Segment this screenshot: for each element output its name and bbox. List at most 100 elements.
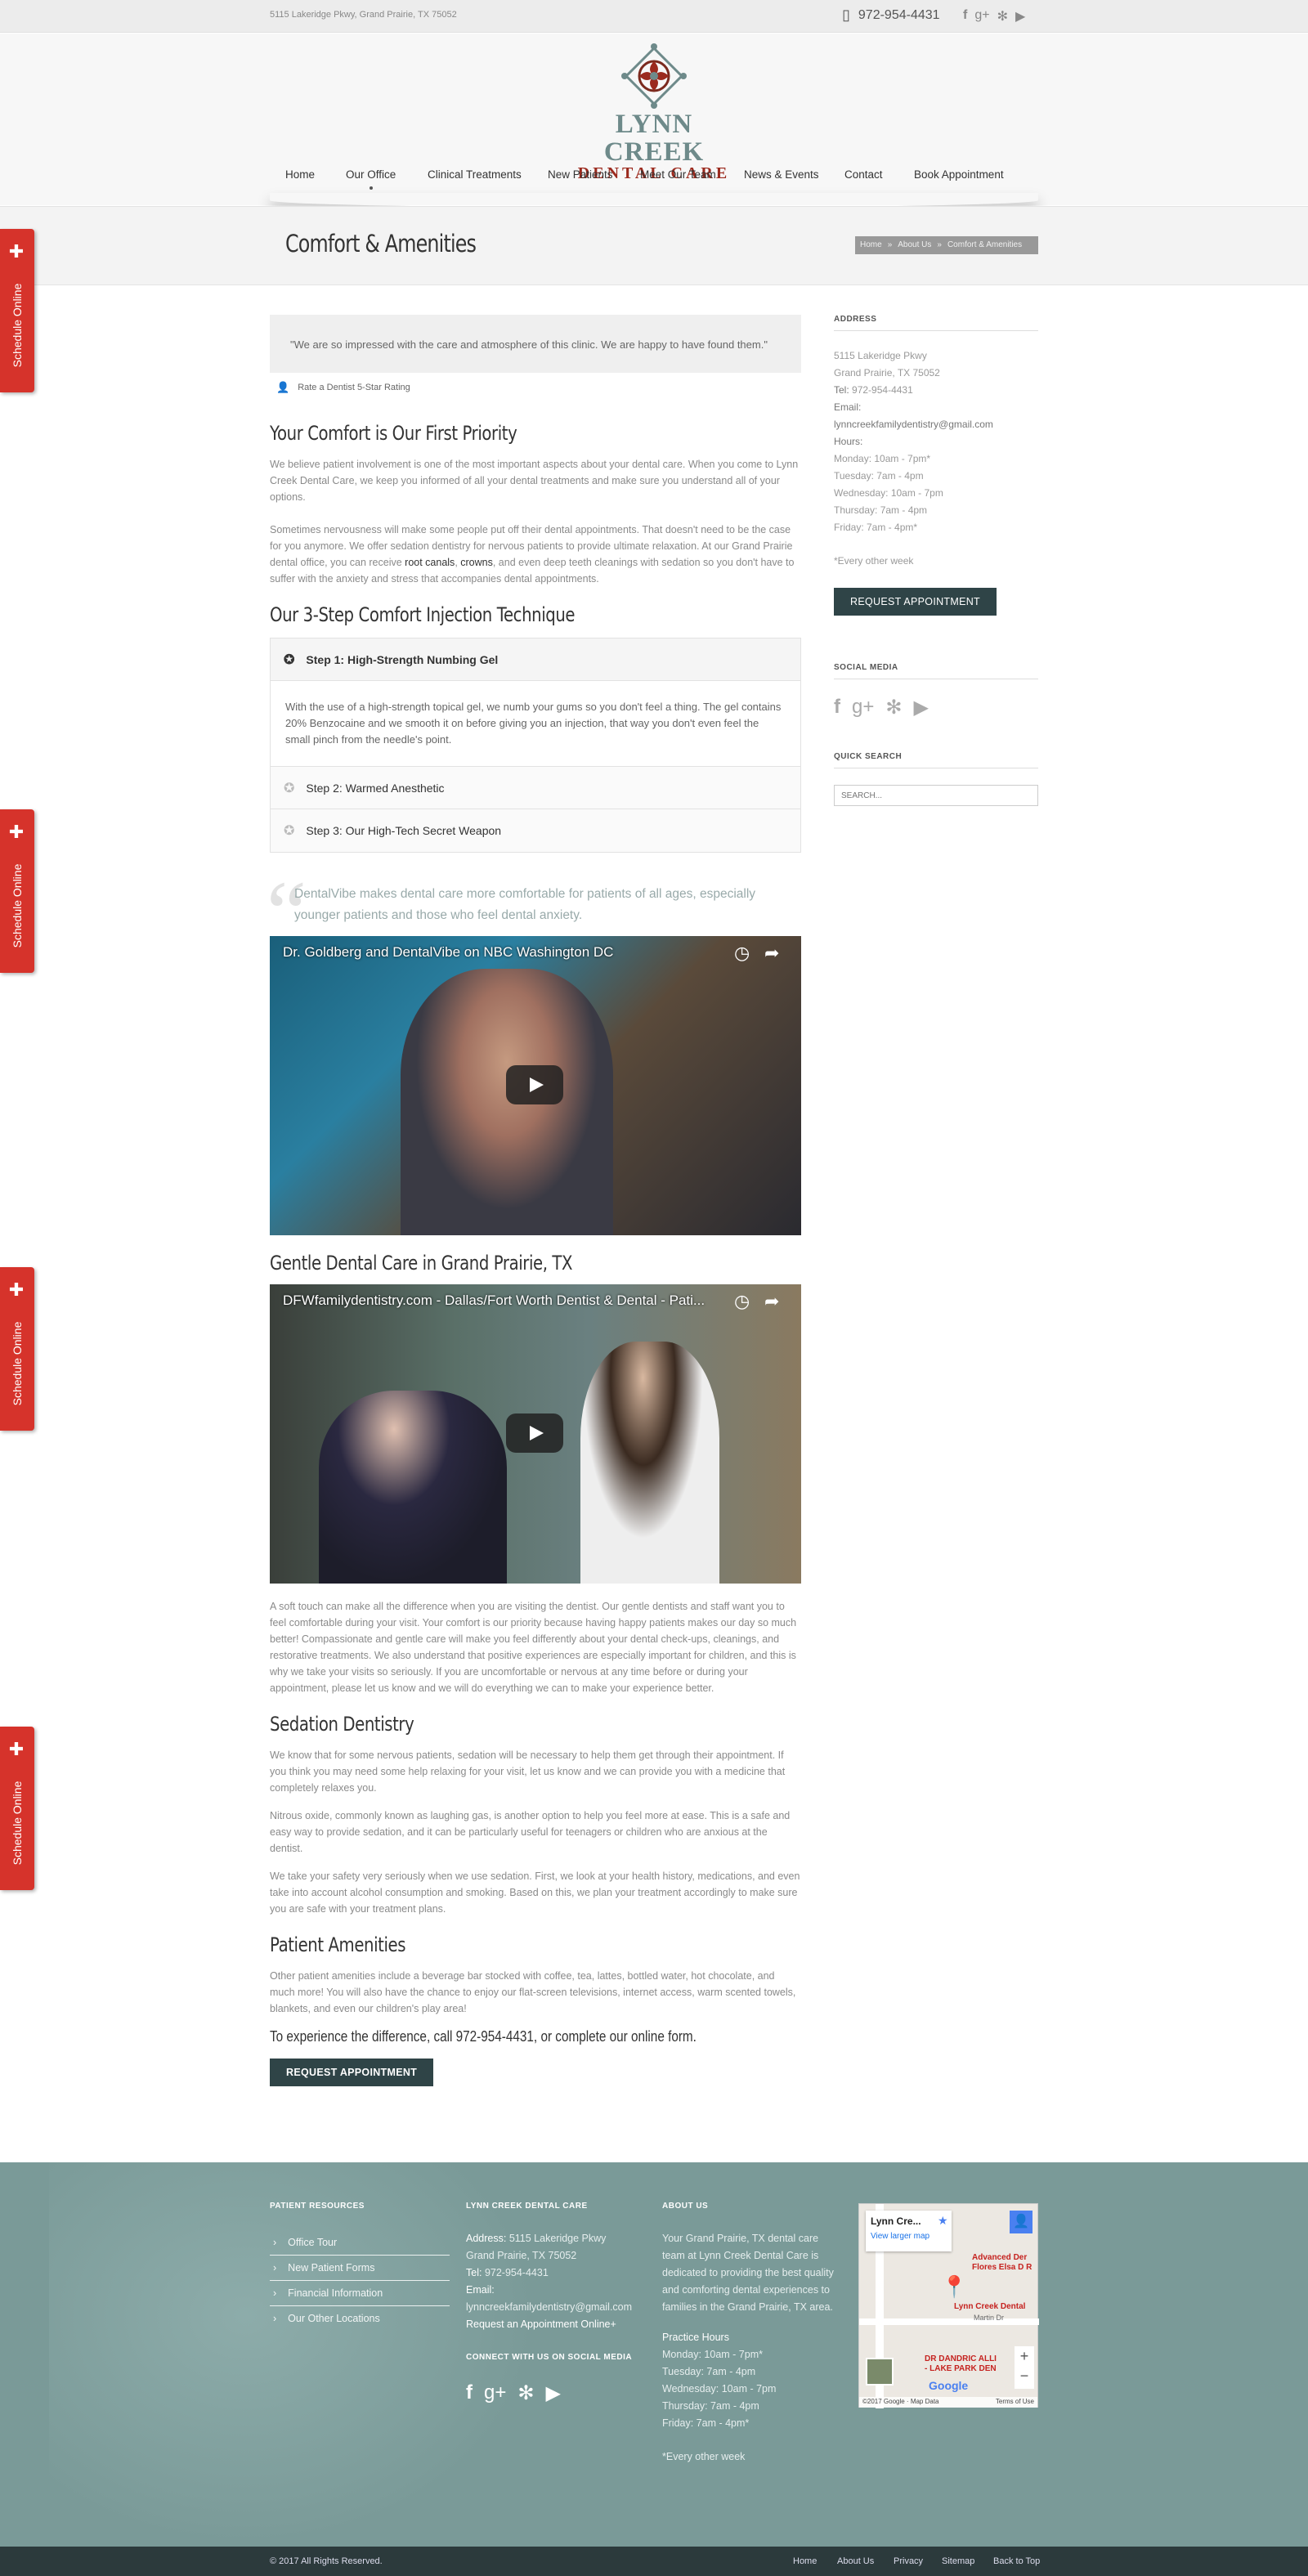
bottom-link-home[interactable]: Home xyxy=(793,2556,817,2566)
youtube-icon[interactable]: ▶ xyxy=(545,2381,560,2405)
map-pin-icon[interactable]: 📍 xyxy=(941,2274,967,2300)
bottom-link-about[interactable]: About Us xyxy=(837,2556,874,2566)
award-icon: ✪ xyxy=(284,824,295,838)
schedule-online-tab[interactable]: ✚ Schedule Online xyxy=(0,809,34,973)
googleplus-icon[interactable]: g+ xyxy=(974,8,989,25)
street-view-thumbnail[interactable] xyxy=(866,2358,894,2386)
footer-link[interactable]: › Office Tour xyxy=(270,2230,450,2256)
map-info-card: Lynn Cre... View larger map ★ xyxy=(866,2211,952,2251)
video-embed[interactable]: DFWfamilydentistry.com - Dallas/Fort Wor… xyxy=(270,1284,801,1584)
footer-link[interactable]: › New Patient Forms xyxy=(270,2256,450,2281)
video-title[interactable]: Dr. Goldberg and DentalVibe on NBC Washi… xyxy=(283,944,613,961)
nav-home[interactable]: Home xyxy=(285,168,315,181)
paragraph: Sometimes nervousness will make some peo… xyxy=(270,524,795,585)
facebook-icon[interactable]: f xyxy=(834,696,840,719)
footer-heading: LYNN CREEK DENTAL CARE xyxy=(466,2202,588,2211)
star-icon[interactable]: ★ xyxy=(938,2214,948,2228)
hours-row: Monday: 10am - 7pm* xyxy=(834,453,931,464)
play-button[interactable] xyxy=(506,1413,563,1453)
watch-later-icon[interactable]: ◷ xyxy=(734,1291,750,1312)
top-phone[interactable]: ▯ 972-954-4431 xyxy=(842,7,940,24)
root-canals-link[interactable]: root canals xyxy=(405,557,455,568)
tooth-cross-icon: ✚ xyxy=(8,822,25,842)
site-logo[interactable]: LYNN CREEK DENTAL CARE xyxy=(572,42,736,181)
video-embed[interactable]: Dr. Goldberg and DentalVibe on NBC Washi… xyxy=(270,936,801,1235)
nav-news-events[interactable]: News & Events xyxy=(744,168,819,181)
facebook-icon[interactable]: f xyxy=(466,2381,473,2405)
schedule-online-label: Schedule Online xyxy=(11,863,24,948)
schedule-online-tab[interactable]: ✚ Schedule Online xyxy=(0,1267,34,1431)
zoom-controls[interactable]: + − xyxy=(1015,2346,1034,2389)
page-title: Comfort & Amenities xyxy=(285,230,477,258)
section-title: Sedation Dentistry xyxy=(270,1713,414,1736)
yelp-icon[interactable]: ✻ xyxy=(517,2381,534,2405)
footer-link[interactable]: › Financial Information xyxy=(270,2281,450,2306)
breadcrumb-home[interactable]: Home xyxy=(860,240,882,250)
nav-contact[interactable]: Contact xyxy=(844,168,883,181)
facebook-icon[interactable]: f xyxy=(963,8,967,25)
video-title[interactable]: DFWfamilydentistry.com - Dallas/Fort Wor… xyxy=(283,1292,705,1309)
breadcrumb: Home» About Us» Comfort & Amenities xyxy=(855,236,1038,254)
sidebar-request-appointment-button[interactable]: REQUEST APPOINTMENT xyxy=(834,588,997,616)
zoom-out-icon[interactable]: − xyxy=(1015,2366,1034,2386)
play-button[interactable] xyxy=(506,1065,563,1104)
yelp-icon[interactable]: ✻ xyxy=(885,696,902,719)
accordion-step-3[interactable]: ✪ Step 3: Our High-Tech Secret Weapon xyxy=(271,809,800,852)
search-input[interactable] xyxy=(834,785,1038,806)
blockquote: “ DentalVibe makes dental care more comf… xyxy=(267,862,756,962)
googleplus-icon[interactable]: g+ xyxy=(484,2381,506,2405)
logo-name: LYNN CREEK xyxy=(603,110,705,167)
sidebar-search-heading: QUICK SEARCH xyxy=(834,752,1038,768)
nav-clinical-treatments[interactable]: Clinical Treatments xyxy=(428,168,522,181)
video-thumbnail-person xyxy=(401,969,613,1235)
email-label: Email: xyxy=(834,401,862,413)
zoom-in-icon[interactable]: + xyxy=(1015,2346,1034,2366)
footer-tel-link[interactable]: 972-954-4431 xyxy=(485,2267,549,2278)
watch-later-icon[interactable]: ◷ xyxy=(734,943,750,964)
footer-contact: LYNN CREEK DENTAL CARE Address: 5115 Lak… xyxy=(466,2202,646,2405)
video-thumbnail-dentist xyxy=(580,1342,719,1584)
rating-label[interactable]: Rate a Dentist 5-Star Rating xyxy=(298,383,410,392)
bottom-link-privacy[interactable]: Privacy xyxy=(894,2556,923,2566)
accordion-step-2[interactable]: ✪ Step 2: Warmed Anesthetic xyxy=(271,767,800,809)
accordion-step-1-body: With the use of a high-strength topical … xyxy=(271,681,800,767)
bottom-link-sitemap[interactable]: Sitemap xyxy=(942,2556,974,2566)
nav-new-patients[interactable]: New Patients xyxy=(548,168,613,181)
tel-link[interactable]: 972-954-4431 xyxy=(852,384,913,396)
phone-number[interactable]: 972-954-4431 xyxy=(858,8,940,23)
bottom-link-back-to-top[interactable]: Back to Top xyxy=(993,2556,1040,2566)
footer-link[interactable]: › Our Other Locations xyxy=(270,2306,450,2331)
testimonial: "We are so impressed with the care and a… xyxy=(270,315,801,373)
view-larger-map-link[interactable]: View larger map xyxy=(871,2232,947,2241)
schedule-online-tab[interactable]: ✚ Schedule Online xyxy=(0,229,34,392)
request-appointment-button[interactable]: REQUEST APPOINTMENT xyxy=(270,2059,434,2086)
share-icon[interactable]: ➦ xyxy=(764,943,779,964)
share-icon[interactable]: ➦ xyxy=(764,1291,779,1312)
nav-our-office[interactable]: Our Office xyxy=(346,168,396,190)
rating-link[interactable]: 👤 Rate a Dentist 5-Star Rating xyxy=(270,381,801,394)
chevron-right-icon: › xyxy=(273,2262,277,2274)
paragraph: Other patient amenities include a bevera… xyxy=(270,1970,796,2014)
accordion-step-1[interactable]: ✪ Step 1: High-Strength Numbing Gel xyxy=(271,638,800,681)
nav-meet-our-team[interactable]: Meet Our Team xyxy=(640,168,716,181)
email-link[interactable]: lynncreekfamilydentistry@gmail.com xyxy=(834,416,1038,433)
paragraph: We know that for some nervous patients, … xyxy=(270,1749,786,1794)
footer-email-link[interactable]: lynncreekfamilydentistry@gmail.com xyxy=(466,2299,646,2316)
accordion: ✪ Step 1: High-Strength Numbing Gel With … xyxy=(270,638,801,853)
schedule-online-tab[interactable]: ✚ Schedule Online xyxy=(0,1727,34,1890)
footer-request-link[interactable]: Request an Appointment Online+ xyxy=(466,2316,646,2333)
crowns-link[interactable]: crowns xyxy=(460,557,493,568)
user-icon[interactable]: 👤 xyxy=(1010,2211,1033,2233)
hours-note: *Every other week xyxy=(834,555,914,567)
yelp-icon[interactable]: ✻ xyxy=(997,8,1008,25)
chevron-right-icon: › xyxy=(273,2313,277,2324)
map-embed[interactable]: Lynn Cre... View larger map ★ 👤 Advanced… xyxy=(858,2203,1039,2408)
chevron-right-icon: › xyxy=(273,2237,277,2248)
breadcrumb-about[interactable]: About Us xyxy=(898,240,931,250)
youtube-icon[interactable]: ▶ xyxy=(1015,8,1025,25)
map-terms-link[interactable]: Terms of Use xyxy=(996,2398,1034,2407)
top-social: f g+ ✻ ▶ xyxy=(963,8,1025,25)
googleplus-icon[interactable]: g+ xyxy=(852,696,874,719)
nav-book-appointment[interactable]: Book Appointment xyxy=(914,168,1004,181)
youtube-icon[interactable]: ▶ xyxy=(913,696,928,719)
